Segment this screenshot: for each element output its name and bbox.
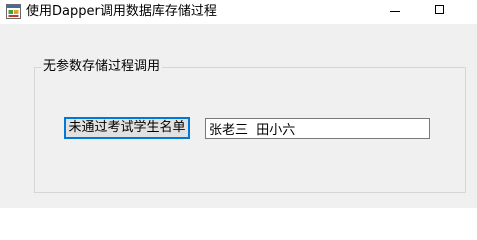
title-bar[interactable]: 使用Dapper调用数据库存储过程 <box>0 0 477 24</box>
minimize-button[interactable] <box>372 0 418 24</box>
maximize-button[interactable] <box>418 0 464 24</box>
failed-students-button[interactable]: 未通过考试学生名单 <box>64 117 190 139</box>
maximize-icon <box>435 5 444 14</box>
window-title: 使用Dapper调用数据库存储过程 <box>26 4 217 19</box>
minimize-icon <box>390 11 400 12</box>
groupbox-label: 无参数存储过程调用 <box>41 58 163 75</box>
result-textbox[interactable] <box>205 118 430 139</box>
main-window: 使用Dapper调用数据库存储过程 无参数存储过程调用 未通过考试学生名单 <box>0 0 477 208</box>
app-icon[interactable] <box>6 4 21 19</box>
